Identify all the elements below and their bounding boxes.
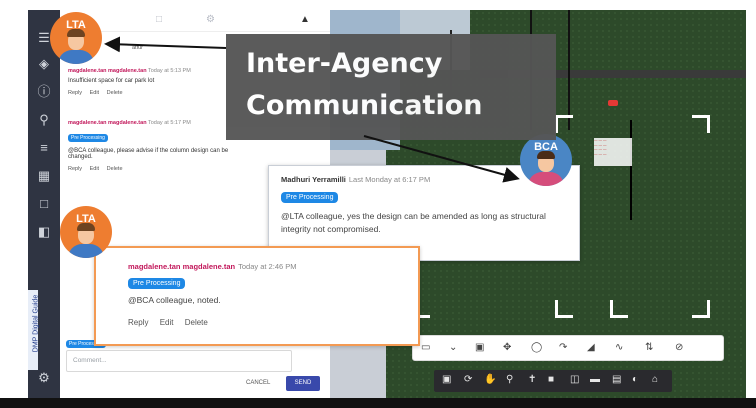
app-frame: ☰ ◈ ⓘ ⚲ ≡ ▦ □ ◧ ⚙ DMP Digital Guide □ ⚙ … (28, 10, 746, 398)
arrow-to-bca (363, 135, 520, 183)
annotation-arrows (104, 36, 520, 183)
arrow-to-lta (104, 36, 227, 53)
bottom-bar (0, 398, 756, 408)
